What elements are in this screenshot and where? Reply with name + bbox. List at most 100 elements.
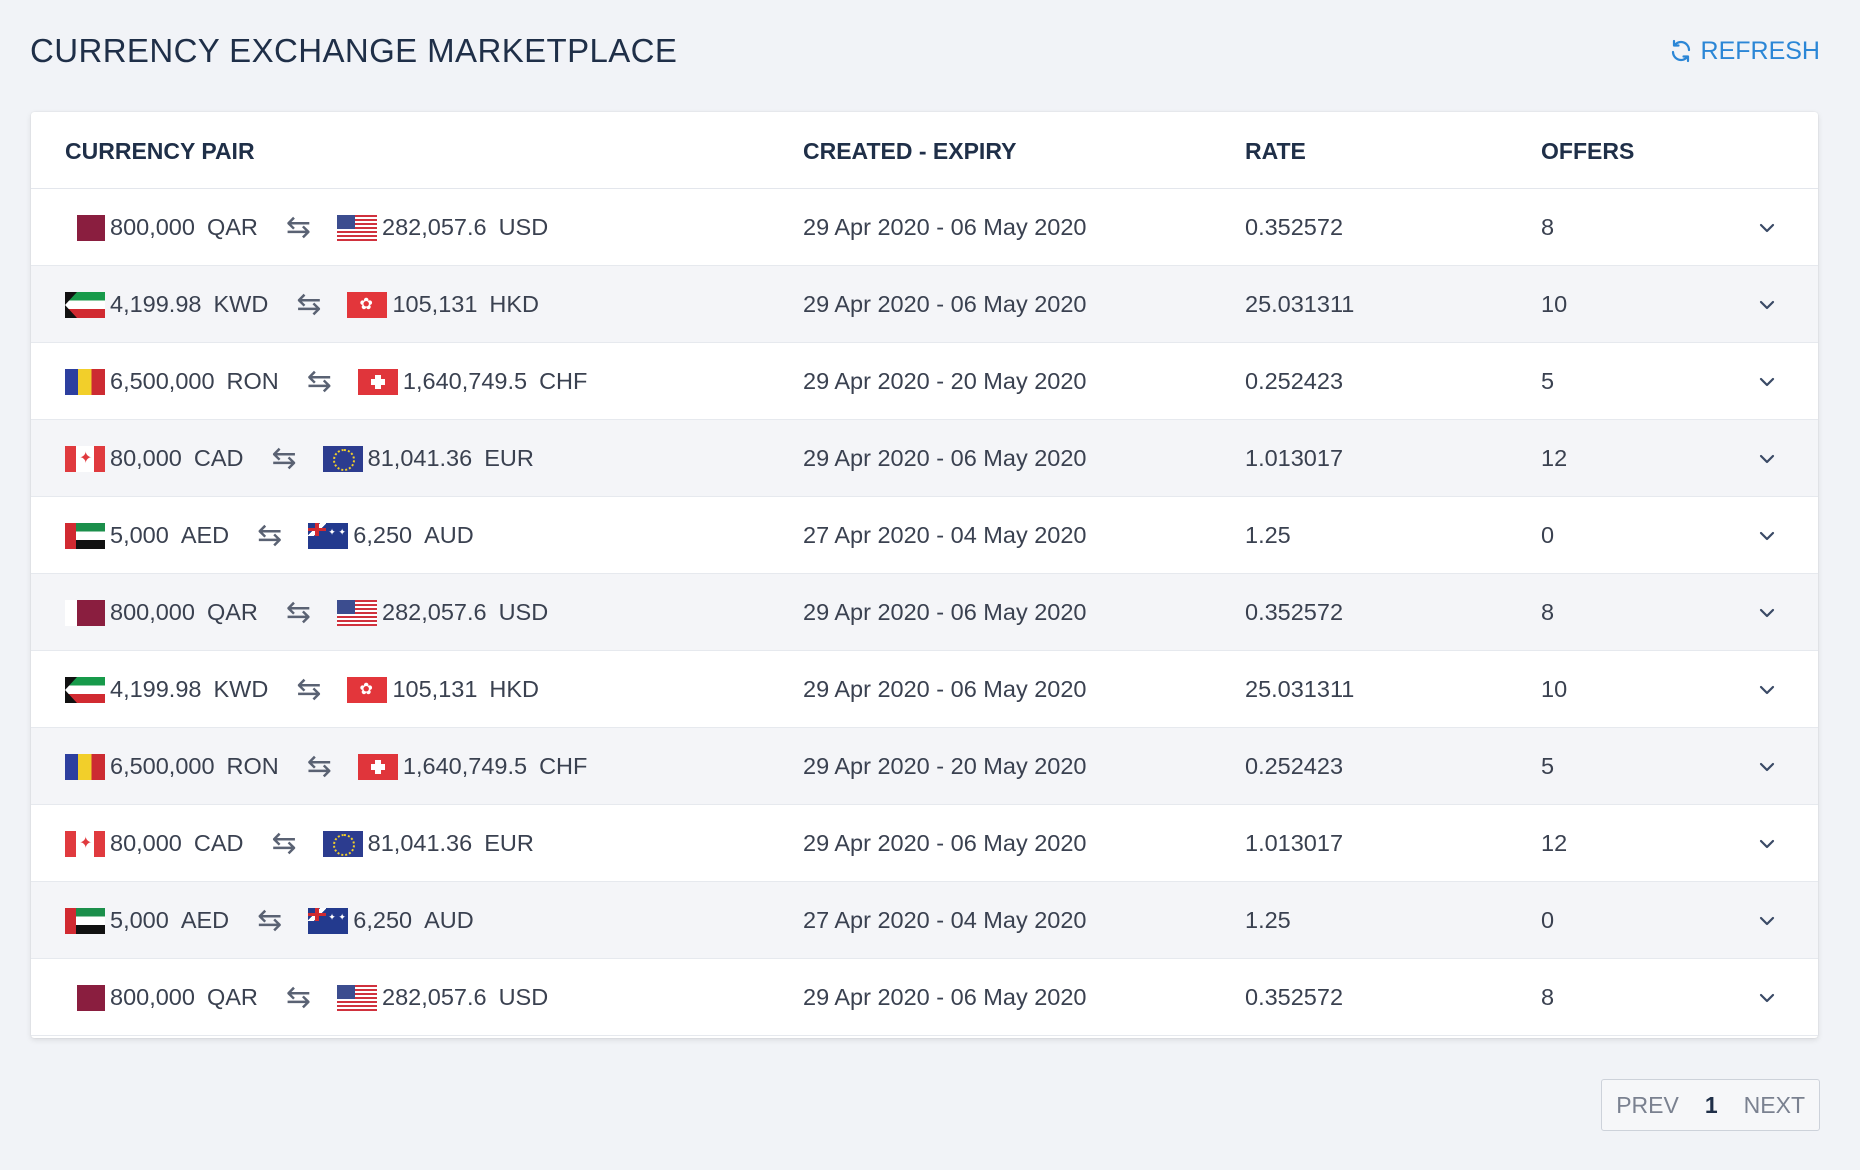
currency-pair-cell: 4,199.98 KWD ⇆ 105,131 HKD xyxy=(65,266,539,343)
currency-pair-cell: 800,000 QAR ⇆ 282,057.6 USD xyxy=(65,574,548,651)
from-amount: 800,000 xyxy=(110,214,195,240)
table-header: CURRENCY PAIR CREATED - EXPIRY RATE OFFE… xyxy=(31,112,1818,189)
table-row[interactable]: 800,000 QAR ⇆ 282,057.6 USD 29 Apr 2020 … xyxy=(31,189,1818,266)
rate-cell: 1.013017 xyxy=(1245,830,1344,856)
current-page-number[interactable]: 1 xyxy=(1693,1092,1730,1119)
refresh-icon xyxy=(1671,39,1690,63)
from-currency: CAD xyxy=(193,445,244,471)
flag-chf-icon xyxy=(357,753,398,780)
flag-eur-icon xyxy=(322,445,363,472)
rate-cell: 25.031311 xyxy=(1245,676,1355,702)
flag-usa-icon xyxy=(337,214,378,241)
from-amount: 4,199.98 xyxy=(110,291,202,317)
table-row[interactable]: 800,000 QAR ⇆ 282,057.6 USD 29 Apr 2020 … xyxy=(31,959,1818,1036)
currency-pair-cell: 5,000 AED ⇆ 6,250 AUD xyxy=(65,882,474,959)
table-row[interactable]: 6,500,000 RON ⇆ 1,640,749.5 CHF 29 Apr 2… xyxy=(31,728,1818,805)
chevron-down-icon xyxy=(1759,223,1775,232)
chevron-down-icon xyxy=(1759,454,1775,463)
from-amount: 5,000 xyxy=(110,522,169,548)
flag-eur-icon xyxy=(322,830,363,857)
offers-cell: 5 xyxy=(1541,368,1555,394)
expand-row-button[interactable] xyxy=(1757,189,1777,266)
from-amount: 80,000 xyxy=(110,445,182,471)
expand-row-button[interactable] xyxy=(1757,651,1777,728)
currency-pair-cell: 4,199.98 KWD ⇆ 105,131 HKD xyxy=(65,651,539,728)
offers-cell: 10 xyxy=(1541,291,1568,317)
table-row[interactable]: 5,000 AED ⇆ 6,250 AUD 27 Apr 2020 - 04 M… xyxy=(31,497,1818,574)
offers-cell: 5 xyxy=(1541,753,1555,779)
to-amount: 105,131 xyxy=(392,676,478,702)
column-header-rate: RATE xyxy=(1245,138,1306,164)
refresh-button[interactable]: REFRESH xyxy=(1669,37,1820,66)
from-currency: RON xyxy=(226,753,279,779)
created-expiry-cell: 29 Apr 2020 - 06 May 2020 xyxy=(803,214,1087,240)
chevron-down-icon xyxy=(1759,916,1775,925)
swap-arrows-icon: ⇆ xyxy=(271,826,297,860)
from-currency: QAR xyxy=(206,599,258,625)
column-header-currency-pair: CURRENCY PAIR xyxy=(65,138,255,164)
prev-page-button[interactable]: PREV xyxy=(1602,1092,1693,1119)
rate-cell: 1.25 xyxy=(1245,522,1291,548)
expand-row-button[interactable] xyxy=(1757,574,1777,651)
currency-pair-cell: 800,000 QAR ⇆ 282,057.6 USD xyxy=(65,189,548,266)
flag-chf-icon xyxy=(357,368,398,395)
rate-cell: 0.252423 xyxy=(1245,368,1344,394)
next-page-button[interactable]: NEXT xyxy=(1730,1092,1819,1119)
flag-hkd-icon xyxy=(347,291,388,318)
expand-row-button[interactable] xyxy=(1757,420,1777,497)
to-currency: USD xyxy=(498,599,549,625)
created-expiry-cell: 29 Apr 2020 - 20 May 2020 xyxy=(803,753,1087,779)
offers-cell: 12 xyxy=(1541,830,1568,856)
expand-row-button[interactable] xyxy=(1757,805,1777,882)
rate-cell: 0.352572 xyxy=(1245,599,1344,625)
swap-arrows-icon: ⇆ xyxy=(257,903,283,937)
table-row[interactable]: 5,000 AED ⇆ 6,250 AUD 27 Apr 2020 - 04 M… xyxy=(31,882,1818,959)
column-header-offers: OFFERS xyxy=(1541,138,1635,164)
chevron-down-icon xyxy=(1759,377,1775,386)
table-row[interactable]: 4,199.98 KWD ⇆ 105,131 HKD 29 Apr 2020 -… xyxy=(31,651,1818,728)
flag-ron-icon xyxy=(65,753,105,780)
table-row[interactable]: 800,000 QAR ⇆ 282,057.6 USD 29 Apr 2020 … xyxy=(31,574,1818,651)
from-currency: AED xyxy=(180,522,230,548)
flag-qar-icon xyxy=(65,984,105,1011)
expand-row-button[interactable] xyxy=(1757,497,1777,574)
expand-row-button[interactable] xyxy=(1757,882,1777,959)
chevron-down-icon xyxy=(1759,839,1775,848)
to-currency: EUR xyxy=(484,830,534,856)
swap-arrows-icon: ⇆ xyxy=(306,749,332,783)
table-row[interactable]: 6,500,000 RON ⇆ 1,640,749.5 CHF 29 Apr 2… xyxy=(31,343,1818,420)
flag-aud-icon xyxy=(308,907,349,934)
swap-arrows-icon: ⇆ xyxy=(285,595,312,629)
table-row[interactable]: 4,199.98 KWD ⇆ 105,131 HKD 29 Apr 2020 -… xyxy=(31,266,1818,343)
to-amount: 282,057.6 xyxy=(382,599,487,625)
expand-row-button[interactable] xyxy=(1757,343,1777,420)
currency-pair-cell: 80,000 CAD ⇆ 81,041.36 EUR xyxy=(65,805,534,882)
rate-cell: 0.252423 xyxy=(1245,753,1344,779)
to-amount: 6,250 xyxy=(353,907,413,933)
expand-row-button[interactable] xyxy=(1757,959,1777,1036)
created-expiry-cell: 29 Apr 2020 - 06 May 2020 xyxy=(803,445,1087,471)
to-currency: EUR xyxy=(484,445,534,471)
expand-row-button[interactable] xyxy=(1757,728,1777,805)
offers-cell: 0 xyxy=(1541,522,1555,548)
created-expiry-cell: 29 Apr 2020 - 06 May 2020 xyxy=(803,599,1087,625)
rate-cell: 1.25 xyxy=(1245,907,1291,933)
from-currency: CAD xyxy=(193,830,244,856)
flag-qar-icon xyxy=(65,214,105,241)
flag-aud-icon xyxy=(308,522,349,549)
to-amount: 81,041.36 xyxy=(367,830,473,856)
created-expiry-cell: 29 Apr 2020 - 06 May 2020 xyxy=(803,830,1087,856)
currency-pair-cell: 5,000 AED ⇆ 6,250 AUD xyxy=(65,497,474,574)
table-row[interactable]: 80,000 CAD ⇆ 81,041.36 EUR 29 Apr 2020 -… xyxy=(31,805,1818,882)
flag-qar-icon xyxy=(65,599,105,626)
from-currency: AED xyxy=(180,907,230,933)
table-row[interactable]: 80,000 CAD ⇆ 81,041.36 EUR 29 Apr 2020 -… xyxy=(31,420,1818,497)
to-currency: USD xyxy=(498,214,549,240)
from-amount: 6,500,000 xyxy=(110,368,215,394)
flag-usa-icon xyxy=(337,599,378,626)
from-currency: QAR xyxy=(206,984,258,1010)
table-body: 800,000 QAR ⇆ 282,057.6 USD 29 Apr 2020 … xyxy=(31,189,1818,1036)
offers-cell: 0 xyxy=(1541,907,1555,933)
expand-row-button[interactable] xyxy=(1757,266,1777,343)
to-currency: HKD xyxy=(489,676,540,702)
